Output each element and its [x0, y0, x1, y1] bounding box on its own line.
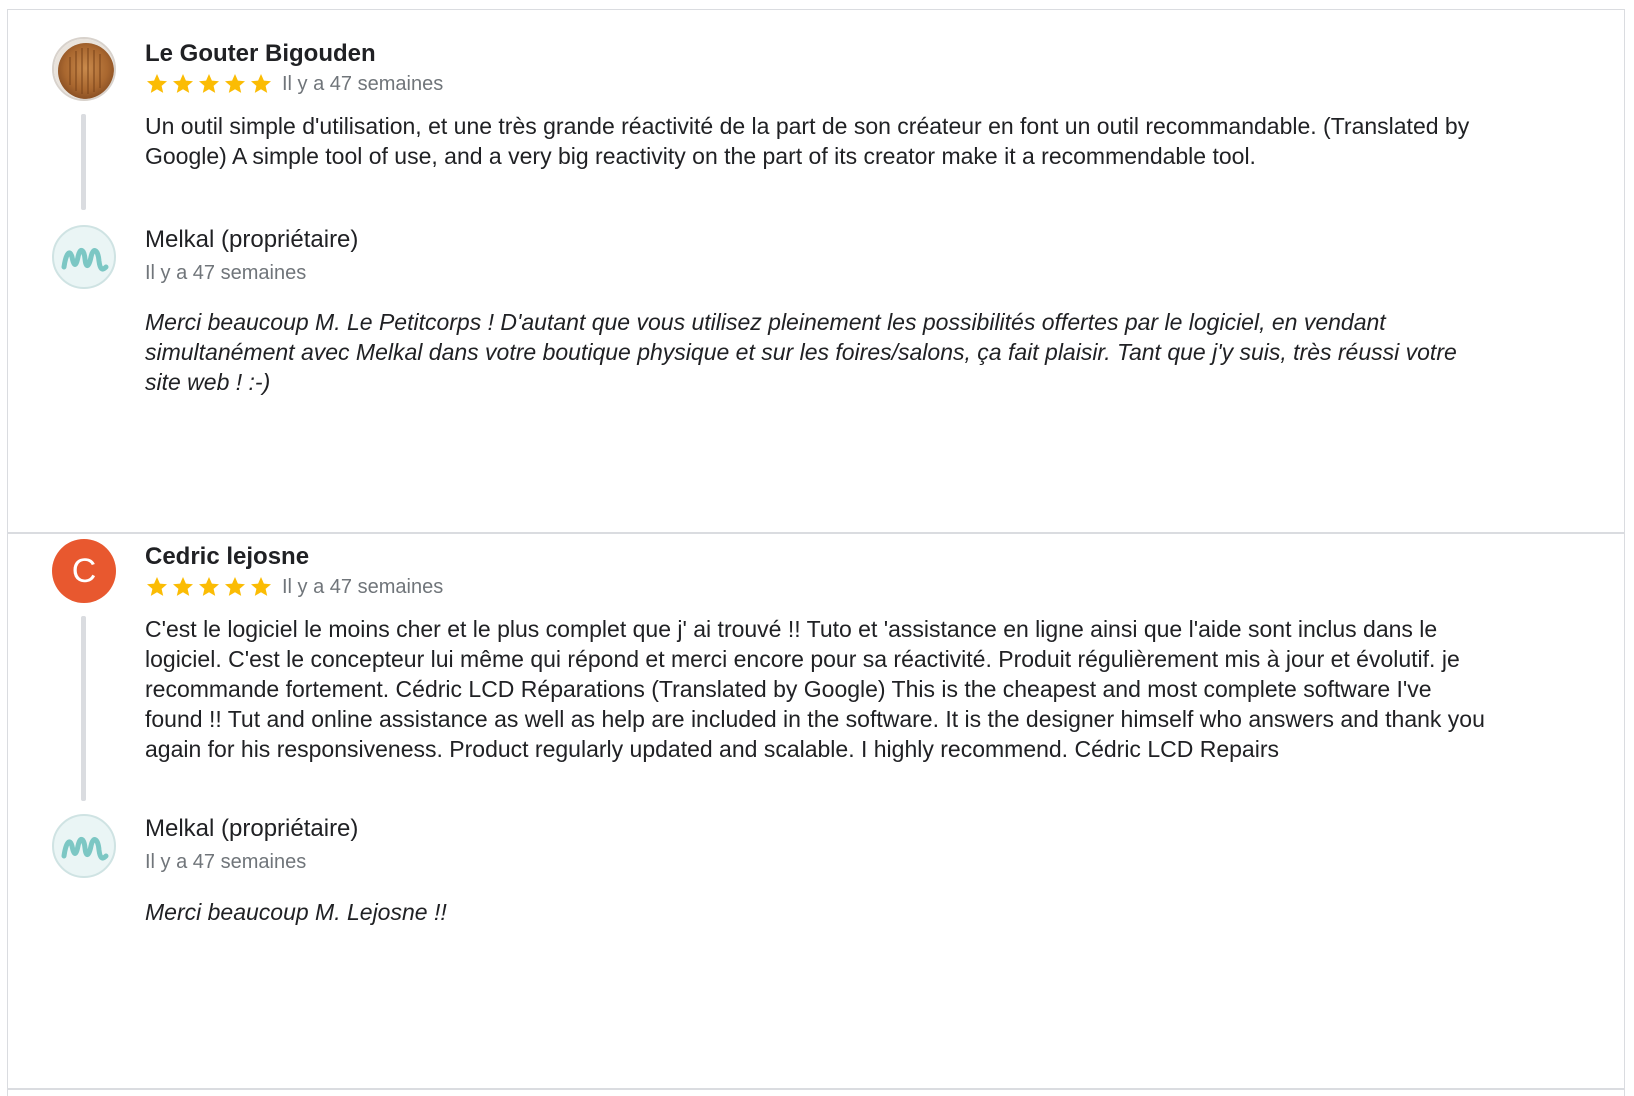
reviewer-avatar[interactable]: C: [52, 539, 116, 603]
star-icon: [147, 577, 167, 596]
thread-line: [81, 616, 86, 801]
reply-time: Il y a 47 semaines: [145, 262, 307, 284]
review-time: Il y a 47 semaines: [282, 576, 444, 598]
star-icon: [225, 74, 245, 93]
star-icon: [199, 577, 219, 596]
star-rating: [145, 72, 273, 96]
review-text: Un outil simple d'utilisation, et une tr…: [145, 113, 1470, 169]
reviewer-name[interactable]: Cedric lejosne: [145, 543, 309, 571]
star-icon: [225, 577, 245, 596]
review-time: Il y a 47 semaines: [282, 73, 444, 95]
star-icon: [173, 74, 193, 93]
cookie-photo-icon: [54, 39, 114, 99]
star-rating: [145, 575, 273, 599]
reply-time: Il y a 47 semaines: [145, 851, 307, 873]
owner-avatar: [52, 225, 116, 289]
review-text: C'est le logiciel le moins cher et le pl…: [145, 616, 1485, 762]
star-icon: [251, 577, 271, 596]
star-icon: [173, 577, 193, 596]
star-icon: [147, 74, 167, 93]
owner-avatar: [52, 814, 116, 878]
star-icon: [251, 74, 271, 93]
review-card: C Cedric lejosne Il y a 47 semaines C'es…: [7, 534, 1625, 1090]
star-icon: [199, 74, 219, 93]
owner-name: Melkal (propriétaire): [145, 815, 359, 842]
melkal-logo-icon: [61, 248, 109, 272]
thread-line: [81, 114, 86, 210]
owner-reply-text: Merci beaucoup M. Le Petitcorps ! D'auta…: [145, 309, 1457, 395]
owner-reply-text: Merci beaucoup M. Lejosne !!: [145, 899, 447, 925]
review-card: Le Gouter Bigouden Il y a 47 semaines Un…: [7, 10, 1625, 534]
owner-name: Melkal (propriétaire): [145, 226, 359, 253]
melkal-logo-icon: [61, 837, 109, 861]
reviewer-avatar[interactable]: [52, 37, 116, 101]
reviewer-name[interactable]: Le Gouter Bigouden: [145, 40, 376, 68]
